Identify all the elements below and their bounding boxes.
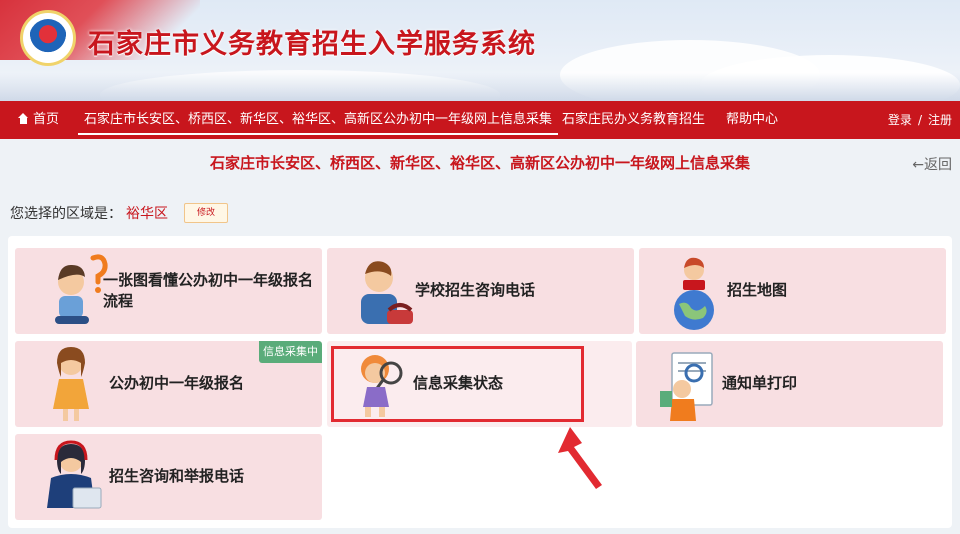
card-label: 信息采集状态: [413, 374, 504, 392]
back-button[interactable]: ←返回: [912, 154, 952, 174]
card-label: 学校招生咨询电话: [415, 281, 536, 299]
card-notice-print[interactable]: 通知单打印: [636, 341, 943, 427]
card-info-status[interactable]: 信息采集状态: [327, 341, 632, 427]
status-badge: 信息采集中: [259, 341, 322, 363]
region-selection: 您选择的区域是： 裕华区 修改: [10, 203, 228, 223]
login-link[interactable]: 登录: [888, 113, 912, 127]
card-enrollment-map[interactable]: 招生地图: [639, 248, 946, 334]
nav-item-label: 石家庄市长安区、桥西区、新华区、裕华区、高新区公办初中一年级网上信息采集: [84, 112, 553, 127]
region-label: 您选择的区域是：: [10, 206, 122, 222]
service-panel: 一张图看懂公办初中一年级报名流程 学校招生咨询电话 招生地图 公办初中一年级报名…: [8, 236, 952, 528]
card-grade7-registration[interactable]: 公办初中一年级报名 信息采集中: [15, 341, 322, 427]
nav-help-center[interactable]: 帮助中心: [726, 101, 778, 139]
main-nav: 首页 石家庄市长安区、桥西区、新华区、裕华区、高新区公办初中一年级网上信息采集 …: [0, 101, 960, 139]
page-title: 石家庄市长安区、桥西区、新华区、裕华区、高新区公办初中一年级网上信息采集: [209, 154, 750, 172]
edit-region-button[interactable]: 修改: [184, 203, 228, 223]
card-consult-report-phone[interactable]: 招生咨询和举报电话: [15, 434, 322, 520]
nav-private-school[interactable]: 石家庄民办义务教育招生: [562, 101, 705, 139]
card-label: 一张图看懂公办初中一年级报名流程: [103, 271, 314, 310]
pointer-arrow-icon: [558, 427, 602, 489]
nav-item-label: 帮助中心: [726, 112, 779, 127]
header-banner: 石家庄市义务教育招生入学服务系统: [0, 0, 960, 101]
magnifier-girl-icon: [361, 355, 403, 417]
phone-call-icon: [361, 261, 413, 324]
girl-student-icon: [53, 347, 89, 421]
separator: /: [917, 113, 922, 127]
auth-links: 登录 / 注册: [888, 101, 952, 139]
print-notice-icon: [660, 352, 713, 421]
logo-emblem: [29, 19, 67, 57]
site-logo: [20, 10, 76, 66]
globe-reader-icon: [674, 257, 714, 330]
card-label: 公办初中一年级报名: [109, 374, 245, 392]
card-process-overview[interactable]: 一张图看懂公办初中一年级报名流程: [15, 248, 322, 334]
region-value: 裕华区: [126, 206, 168, 222]
nav-home[interactable]: 首页: [18, 101, 59, 139]
card-school-phone[interactable]: 学校招生咨询电话: [327, 248, 634, 334]
nav-item-label: 石家庄民办义务教育招生: [562, 112, 706, 127]
nav-home-label: 首页: [33, 112, 60, 127]
home-icon: [18, 113, 29, 124]
card-label: 招生咨询和举报电话: [109, 467, 245, 485]
nav-public-middle-school[interactable]: 石家庄市长安区、桥西区、新华区、裕华区、高新区公办初中一年级网上信息采集: [77, 101, 559, 139]
card-label: 通知单打印: [722, 374, 798, 392]
city-skyline: [0, 73, 960, 101]
site-title: 石家庄市义务教育招生入学服务系统: [88, 29, 536, 60]
register-link[interactable]: 注册: [928, 113, 952, 127]
headset-agent-icon: [47, 440, 102, 509]
card-label: 招生地图: [727, 281, 788, 299]
